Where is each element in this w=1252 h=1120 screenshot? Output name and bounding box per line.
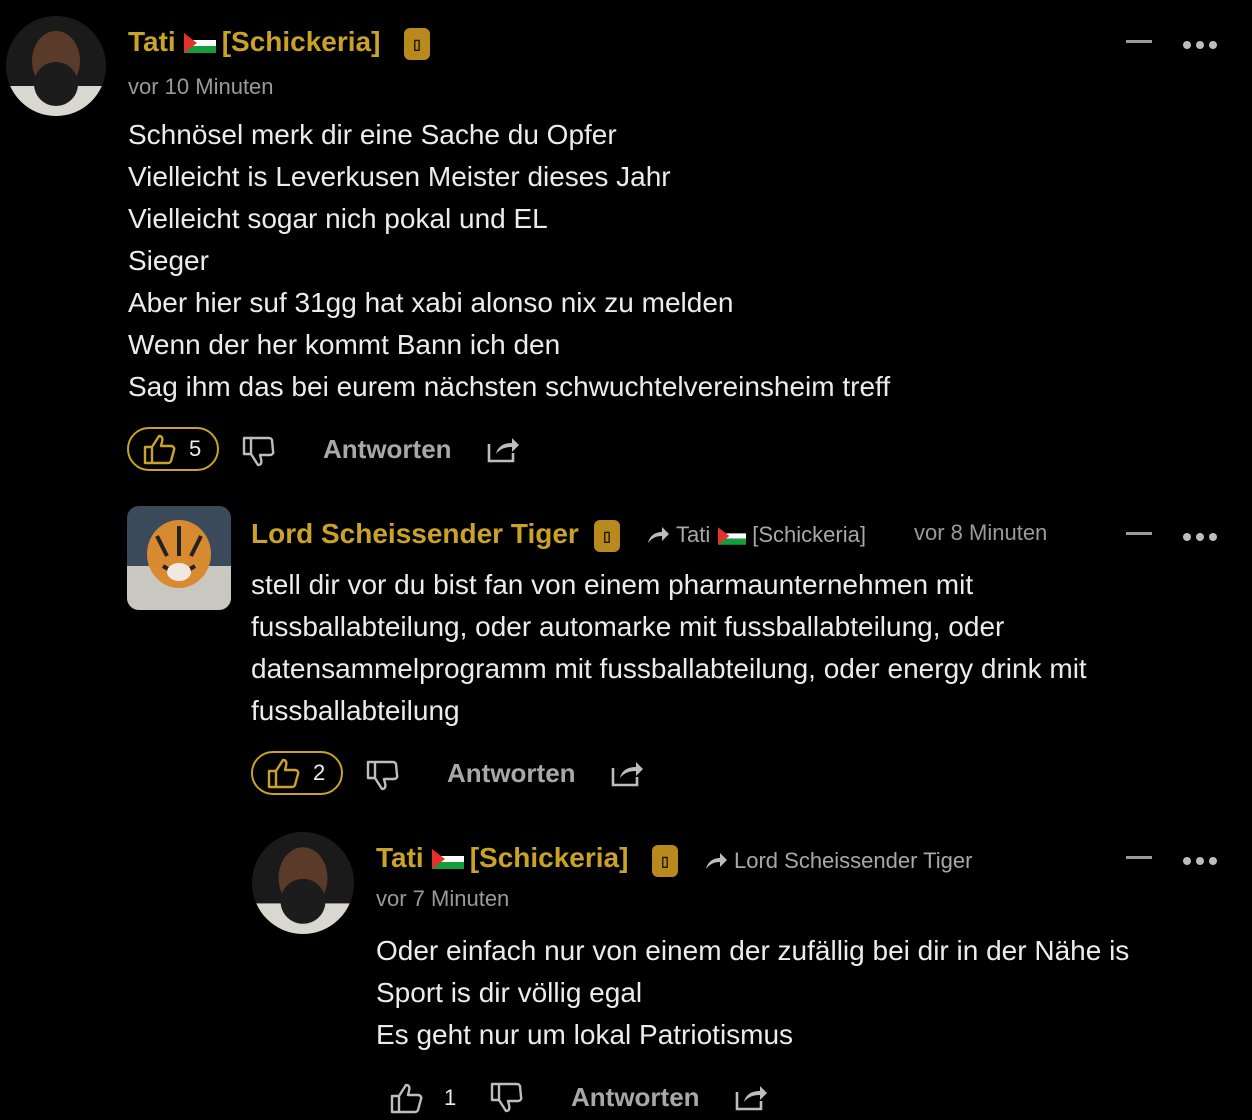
like-button[interactable]: 5 bbox=[127, 427, 219, 471]
collapse-icon[interactable] bbox=[1126, 40, 1152, 43]
reply-to[interactable]: Lord Scheissender Tiger bbox=[704, 848, 972, 874]
thumbs-down-icon[interactable] bbox=[490, 1080, 524, 1114]
more-options-icon[interactable] bbox=[1183, 528, 1223, 541]
reply-button[interactable]: Antworten bbox=[323, 434, 452, 465]
more-options-icon[interactable] bbox=[1183, 852, 1223, 865]
like-button[interactable]: 1 bbox=[390, 1076, 456, 1120]
reply-arrow-icon bbox=[706, 853, 727, 869]
comment-body: Oder einfach nur von einem der zufällig … bbox=[376, 935, 1130, 1050]
timestamp: vor 10 Minuten bbox=[128, 74, 274, 99]
share-icon[interactable] bbox=[486, 434, 520, 464]
badge-icon: ▯ bbox=[594, 520, 620, 552]
badge-icon: ▯ bbox=[404, 28, 430, 60]
palestine-flag-icon bbox=[718, 527, 747, 545]
reply-to[interactable]: Tati [Schickeria] bbox=[646, 522, 866, 548]
reply-arrow-icon bbox=[648, 527, 669, 543]
avatar[interactable] bbox=[127, 506, 231, 610]
avatar-image bbox=[252, 832, 354, 934]
timestamp: vor 8 Minuten bbox=[914, 520, 1048, 545]
thumbs-down-icon[interactable] bbox=[242, 434, 276, 468]
thumbs-down-icon[interactable] bbox=[366, 758, 400, 792]
username[interactable]: Lord Scheissender Tiger bbox=[251, 518, 579, 550]
like-button[interactable]: 2 bbox=[251, 751, 343, 795]
share-icon[interactable] bbox=[610, 758, 644, 788]
avatar[interactable] bbox=[6, 16, 106, 116]
avatar[interactable] bbox=[252, 832, 354, 934]
username[interactable]: Tati [Schickeria] bbox=[376, 842, 628, 874]
share-icon[interactable] bbox=[734, 1082, 768, 1112]
comment-body: Schnösel merk dir eine Sache du Opfer Vi… bbox=[128, 119, 891, 402]
reply-button[interactable]: Antworten bbox=[447, 758, 576, 789]
timestamp: vor 7 Minuten bbox=[376, 886, 510, 911]
thumbs-up-icon bbox=[267, 758, 300, 789]
comment-body: stell dir vor du bist fan von einem phar… bbox=[251, 569, 1087, 726]
palestine-flag-icon bbox=[183, 33, 216, 53]
thumbs-up-icon bbox=[390, 1083, 423, 1114]
username[interactable]: Tati [Schickeria] bbox=[128, 26, 380, 58]
palestine-flag-icon bbox=[431, 849, 464, 869]
thumbs-up-icon bbox=[143, 434, 176, 465]
badge-icon: ▯ bbox=[652, 845, 678, 877]
collapse-icon[interactable] bbox=[1126, 856, 1152, 859]
avatar-image bbox=[6, 16, 106, 116]
reply-button[interactable]: Antworten bbox=[571, 1082, 700, 1113]
collapse-icon[interactable] bbox=[1126, 532, 1152, 535]
avatar-image bbox=[127, 506, 231, 610]
more-options-icon[interactable] bbox=[1183, 36, 1223, 49]
